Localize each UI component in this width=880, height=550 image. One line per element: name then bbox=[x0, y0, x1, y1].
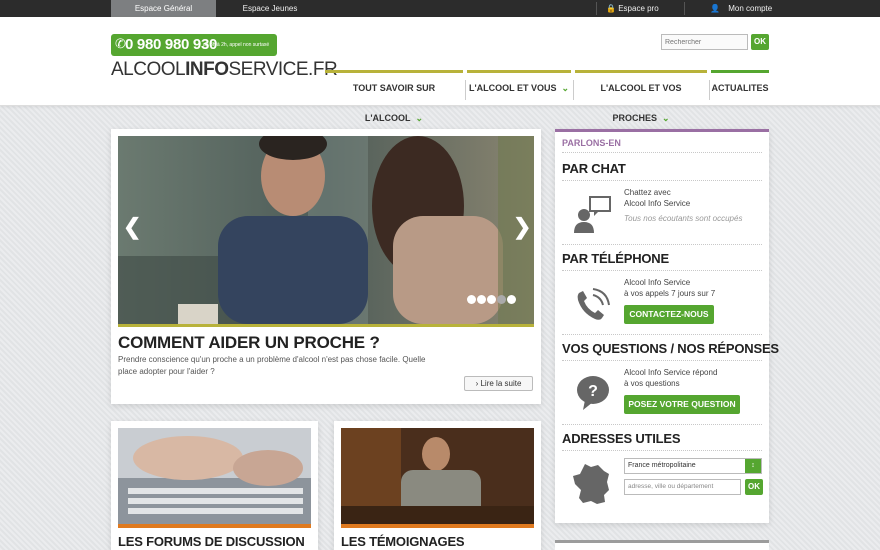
chat-title: PAR CHAT bbox=[562, 161, 626, 176]
address-input[interactable]: adresse, ville ou département bbox=[624, 479, 741, 495]
user-icon: 👤 bbox=[710, 4, 720, 13]
nav-label: L'ALCOOL ET VOUS bbox=[468, 83, 557, 93]
chat-line2: Alcool Info Service bbox=[624, 199, 691, 208]
logo-part-alcool: ALCOOL bbox=[111, 59, 186, 80]
keyboard-photo bbox=[118, 428, 311, 524]
temoignages-accent-bar bbox=[341, 524, 534, 528]
divider bbox=[709, 80, 710, 100]
divider bbox=[562, 424, 762, 425]
site-logo[interactable]: ALCOOLINFOSERVICE.FR bbox=[111, 59, 338, 81]
espace-pro-link[interactable]: 🔒 Espace pro bbox=[606, 0, 659, 17]
logo-part-info: INFO bbox=[185, 59, 229, 80]
secondary-panel bbox=[555, 540, 769, 550]
chat-line1: Chattez avec bbox=[624, 188, 671, 197]
tab-espace-general[interactable]: Espace Général bbox=[111, 0, 216, 17]
prev-slide-icon[interactable]: ❮ bbox=[123, 214, 141, 240]
ask-question-button[interactable]: POSEZ VOTRE QUESTION bbox=[624, 395, 740, 414]
contact-us-button[interactable]: CONTACTEZ-NOUS bbox=[624, 305, 714, 324]
phone-hours: de 8h à 2h, appel non surtaxé bbox=[203, 42, 270, 48]
divider bbox=[562, 152, 762, 153]
divider bbox=[465, 80, 466, 100]
chat-status: Tous nos écoutants sont occupés bbox=[624, 214, 743, 223]
search-ok-button[interactable]: OK bbox=[751, 34, 769, 50]
questions-title: VOS QUESTIONS / NOS RÉPONSES bbox=[562, 341, 779, 356]
nav-alcool-et-vos-proches[interactable]: L'ALCOOL ET VOS PROCHES ⌄ bbox=[575, 70, 707, 123]
read-more-button[interactable]: › Lire la suite bbox=[464, 376, 533, 391]
france-map-icon bbox=[571, 462, 613, 511]
phone-badge[interactable]: ✆ 0 980 980 930 de 8h à 2h, appel non su… bbox=[111, 34, 277, 56]
slider-dot[interactable] bbox=[467, 295, 476, 304]
divider bbox=[562, 244, 762, 245]
slide-accent-bar bbox=[118, 324, 534, 327]
chat-icon[interactable] bbox=[572, 195, 612, 240]
divider bbox=[562, 450, 762, 451]
region-select-value: France métropolitaine bbox=[628, 462, 696, 469]
address-ok-button[interactable]: OK bbox=[745, 479, 763, 495]
addresses-title: ADRESSES UTILES bbox=[562, 431, 681, 446]
divider bbox=[573, 80, 574, 100]
questions-line1: Alcool Info Service répond bbox=[624, 368, 718, 377]
chevron-down-icon: ⌄ bbox=[561, 83, 570, 93]
divider bbox=[562, 270, 762, 271]
next-slide-icon[interactable]: ❯ bbox=[513, 214, 531, 240]
slider-dot[interactable] bbox=[487, 295, 496, 304]
slide-title[interactable]: COMMENT AIDER UN PROCHE ? bbox=[118, 333, 380, 353]
forums-image[interactable] bbox=[118, 428, 311, 524]
region-select[interactable]: France métropolitaine ↕ bbox=[624, 458, 762, 474]
man-photo bbox=[341, 428, 534, 524]
espace-pro-label: Espace pro bbox=[618, 4, 659, 13]
mon-compte-label: Mon compte bbox=[728, 4, 773, 13]
svg-text:?: ? bbox=[588, 383, 598, 400]
nav-alcool-et-vous[interactable]: L'ALCOOL ET VOUS ⌄ bbox=[467, 70, 571, 105]
forums-accent-bar bbox=[118, 524, 311, 528]
divider bbox=[684, 2, 685, 15]
mon-compte-link[interactable]: 👤 Mon compte bbox=[710, 0, 772, 17]
tab-espace-jeunes[interactable]: Espace Jeunes bbox=[220, 0, 320, 17]
question-bubble-icon: ? bbox=[575, 374, 611, 417]
chevron-down-icon: ⌄ bbox=[415, 113, 424, 123]
temoignages-image[interactable] bbox=[341, 428, 534, 524]
questions-line2: à vos questions bbox=[624, 379, 680, 388]
phone-line2: à vos appels 7 jours sur 7 bbox=[624, 289, 716, 298]
main-nav: TOUT SAVOIR SUR L'ALCOOL ⌄ L'ALCOOL ET VO… bbox=[325, 70, 769, 123]
chevron-down-icon: ⌄ bbox=[661, 113, 670, 123]
divider bbox=[562, 360, 762, 361]
search-input[interactable] bbox=[661, 34, 748, 50]
read-more-label: Lire la suite bbox=[480, 379, 522, 388]
temoignages-title[interactable]: LES TÉMOIGNAGES bbox=[341, 534, 465, 549]
logo-part-service: SERVICE.FR bbox=[228, 59, 338, 80]
divider bbox=[596, 2, 597, 15]
divider bbox=[562, 180, 762, 181]
phone-line1: Alcool Info Service bbox=[624, 278, 691, 287]
nav-tout-savoir[interactable]: TOUT SAVOIR SUR L'ALCOOL ⌄ bbox=[325, 70, 463, 123]
slider-dot[interactable] bbox=[477, 295, 486, 304]
divider bbox=[562, 334, 762, 335]
slider-dots bbox=[467, 291, 517, 309]
chevron-right-icon: › bbox=[475, 379, 479, 388]
lock-icon: 🔒 bbox=[606, 4, 616, 13]
nav-actualites[interactable]: ACTUALITES bbox=[711, 70, 769, 105]
chevron-updown-icon: ↕ bbox=[745, 459, 761, 473]
site-header: ✆ 0 980 980 930 de 8h à 2h, appel non su… bbox=[0, 17, 880, 123]
phone-call-icon bbox=[573, 285, 613, 330]
top-bar: Espace Général Espace Jeunes 🔒 Espace pr… bbox=[0, 0, 880, 17]
slider-dot[interactable] bbox=[497, 295, 506, 304]
slider-dot[interactable] bbox=[507, 295, 516, 304]
phone-title: PAR TÉLÉPHONE bbox=[562, 251, 669, 266]
panel-header: PARLONS-EN bbox=[562, 138, 621, 148]
slide-description: Prendre conscience qu'un proche a un pro… bbox=[118, 355, 426, 376]
forums-title[interactable]: LES FORUMS DE DISCUSSION bbox=[118, 534, 305, 549]
